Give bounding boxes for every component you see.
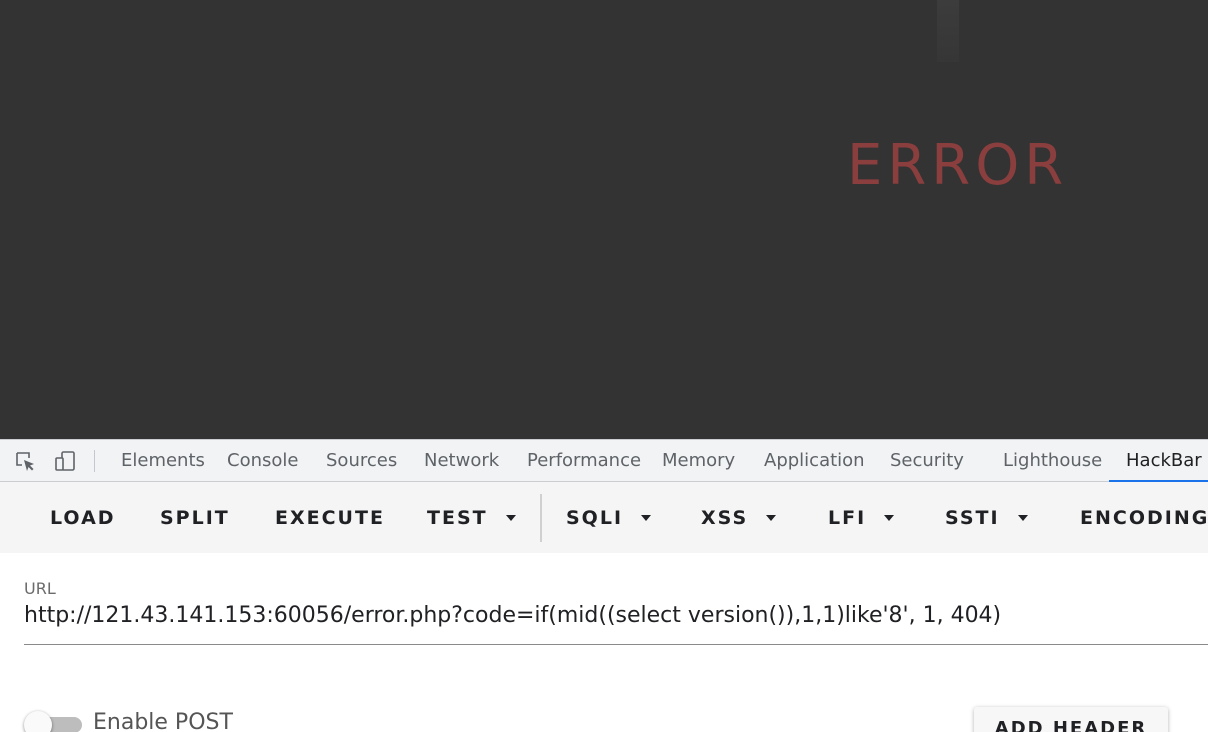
caret-down-icon [766, 515, 777, 521]
url-label: URL [24, 579, 56, 598]
page-decoration-strip [937, 0, 959, 62]
url-input[interactable]: http://121.43.141.153:60056/error.php?co… [24, 603, 1001, 628]
ssti-menu-button[interactable]: SSTI [945, 504, 1028, 532]
add-header-button[interactable]: ADD HEADER [974, 707, 1168, 732]
ssti-menu-label: SSTI [945, 507, 1000, 529]
caret-down-icon [505, 515, 516, 521]
test-menu-button[interactable]: TEST [427, 504, 516, 532]
toolbar-divider [94, 450, 95, 472]
split-button-label: SPLIT [160, 507, 230, 529]
execute-button-label: EXECUTE [275, 507, 385, 529]
execute-button[interactable]: EXECUTE [275, 504, 385, 532]
tab-memory[interactable]: Memory [662, 440, 735, 482]
url-underline [24, 644, 1208, 645]
tab-security[interactable]: Security [890, 440, 964, 482]
encoding-menu-label: ENCODING [1080, 507, 1208, 529]
hackbar-toolbar: LOAD SPLIT EXECUTE TEST SQLI XSS LFI SST… [0, 482, 1208, 553]
page-viewport: ERROR [0, 0, 1208, 439]
caret-down-icon [1017, 515, 1028, 521]
lfi-menu-label: LFI [828, 507, 867, 529]
error-heading: ERROR [847, 133, 1069, 198]
enable-post-toggle[interactable] [24, 711, 82, 732]
caret-down-icon [641, 515, 652, 521]
tab-application[interactable]: Application [764, 440, 865, 482]
device-toolbar-icon[interactable] [54, 450, 76, 472]
devtools-tab-bar: Elements Console Sources Network Perform… [0, 439, 1208, 482]
toggle-knob[interactable] [24, 711, 52, 732]
load-button[interactable]: LOAD [50, 504, 116, 532]
tab-hackbar[interactable]: HackBar [1109, 440, 1208, 482]
tab-console[interactable]: Console [227, 440, 298, 482]
inspect-element-icon[interactable] [14, 450, 36, 472]
xss-menu-button[interactable]: XSS [701, 504, 777, 532]
load-button-label: LOAD [50, 507, 116, 529]
tab-lighthouse[interactable]: Lighthouse [1003, 440, 1102, 482]
sqli-menu-label: SQLI [566, 507, 624, 529]
tab-sources[interactable]: Sources [326, 440, 397, 482]
toolbar-divider [540, 494, 542, 542]
caret-down-icon [884, 515, 895, 521]
encoding-menu-button[interactable]: ENCODING [1080, 504, 1208, 532]
split-button[interactable]: SPLIT [160, 504, 230, 532]
tab-performance[interactable]: Performance [527, 440, 641, 482]
xss-menu-label: XSS [701, 507, 749, 529]
url-field[interactable]: URL http://121.43.141.153:60056/error.ph… [24, 575, 1208, 646]
test-menu-label: TEST [427, 507, 488, 529]
sqli-menu-button[interactable]: SQLI [566, 504, 652, 532]
tab-elements[interactable]: Elements [121, 440, 205, 482]
enable-post-label: Enable POST [93, 710, 233, 732]
tab-network[interactable]: Network [424, 440, 499, 482]
lfi-menu-button[interactable]: LFI [828, 504, 895, 532]
